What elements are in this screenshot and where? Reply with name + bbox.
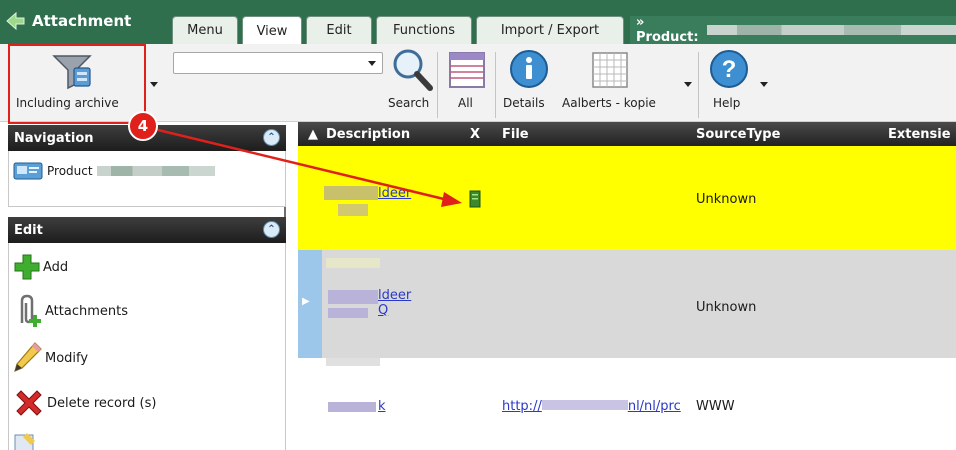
edit-panel: Add Attachments Modify Delete record (s) <box>8 243 286 450</box>
row-selector[interactable]: ▶ <box>298 250 322 358</box>
layout-dropdown-caret[interactable] <box>684 82 692 87</box>
column-sourcetype[interactable]: SourceType <box>696 127 780 142</box>
column-file[interactable]: File <box>502 127 529 142</box>
table-row[interactable]: ldeer Unknown <box>298 146 956 250</box>
column-x[interactable]: X <box>470 127 480 142</box>
navigation-panel: Product <box>8 151 286 207</box>
tab-menu[interactable]: Menu <box>172 16 238 44</box>
redacted-text <box>326 358 380 366</box>
sourcetype-cell: Unknown <box>696 192 757 207</box>
description-link[interactable]: ldeer <box>378 288 411 303</box>
plus-icon <box>14 254 40 280</box>
delete-x-icon <box>16 390 42 416</box>
document-flag-icon[interactable] <box>468 190 482 208</box>
column-extensie[interactable]: Extensie <box>888 127 951 142</box>
grid-layout-icon[interactable] <box>590 50 630 90</box>
help-icon[interactable]: ? <box>708 48 750 90</box>
pencil-icon <box>14 342 42 373</box>
back-arrow-icon[interactable] <box>4 10 26 32</box>
description-link[interactable]: ldeer <box>378 186 411 201</box>
edit-item-modify[interactable]: Modify <box>13 341 88 375</box>
search-icon[interactable] <box>388 46 434 92</box>
search-combo-caret[interactable] <box>368 61 376 66</box>
all-button-label[interactable]: All <box>458 96 473 110</box>
tab-view[interactable]: View <box>242 16 302 45</box>
tab-import-export[interactable]: Import / Export <box>476 16 624 44</box>
help-button-label[interactable]: Help <box>713 96 740 110</box>
step-badge: 4 <box>128 111 158 141</box>
details-button-label[interactable]: Details <box>503 96 545 110</box>
app-title-text: Attachment <box>32 12 132 30</box>
highlight-frame <box>8 44 146 124</box>
aalberts-kopie-label[interactable]: Aalberts - kopie <box>562 96 656 110</box>
edit-item-attachments[interactable]: Attachments <box>13 293 128 329</box>
edit-list-icon <box>14 433 35 450</box>
including-archive-dropdown-caret[interactable] <box>150 82 158 87</box>
sort-ascending-icon[interactable]: ▲ <box>308 127 318 142</box>
ribbon-separator <box>698 52 699 118</box>
collapse-navigation-icon[interactable]: ⌃ <box>263 129 280 146</box>
row-indicator-icon: ▶ <box>302 296 310 307</box>
search-button-label[interactable]: Search <box>388 96 429 110</box>
redacted-text <box>328 290 378 304</box>
help-dropdown-caret[interactable] <box>760 82 768 87</box>
edit-panel-header[interactable]: Edit ⌃ <box>8 217 286 243</box>
left-sidebar: Navigation ⌃ Product Edit ⌃ Add Attachme… <box>8 125 286 450</box>
app-title: Attachment <box>4 8 131 34</box>
collapse-edit-icon[interactable]: ⌃ <box>263 221 280 238</box>
ribbon-separator <box>495 52 496 118</box>
edit-item-delete[interactable]: Delete record (s) <box>13 387 156 419</box>
redacted-text <box>96 166 215 176</box>
table-row[interactable]: k http://nl/nl/prc WWW <box>298 358 956 450</box>
search-input[interactable] <box>173 52 383 74</box>
redacted-text <box>541 400 628 410</box>
svg-text:?: ? <box>722 56 737 83</box>
info-details-icon[interactable] <box>508 48 550 90</box>
redacted-text <box>326 258 380 268</box>
redacted-text <box>328 402 376 412</box>
ribbon-separator <box>437 52 438 118</box>
redacted-text <box>707 25 956 35</box>
redacted-text <box>338 204 368 216</box>
tab-edit[interactable]: Edit <box>306 16 372 44</box>
edit-item-add[interactable]: Add <box>13 253 68 281</box>
breadcrumb: » Product: <box>630 15 956 45</box>
redacted-text <box>328 308 368 318</box>
description-link[interactable]: k <box>378 399 386 414</box>
sourcetype-cell: WWW <box>696 399 735 414</box>
attachments-grid: ▲ Description X File SourceType Extensie… <box>298 122 956 450</box>
redacted-text <box>324 186 378 200</box>
nav-item-product[interactable]: Product <box>13 159 215 183</box>
file-link[interactable]: http://nl/nl/prc <box>502 399 681 414</box>
paperclip-icon <box>20 294 41 327</box>
table-row[interactable]: ▶ ldeer Q Unknown <box>298 250 956 358</box>
grid-header: ▲ Description X File SourceType Extensie <box>298 122 956 146</box>
sourcetype-cell: Unknown <box>696 300 757 315</box>
description-link-line2[interactable]: Q <box>378 303 388 318</box>
column-description[interactable]: Description <box>326 127 410 142</box>
product-card-icon <box>13 162 43 180</box>
table-all-icon[interactable] <box>447 50 487 90</box>
top-tab-bar: Attachment Menu View Edit Functions Impo… <box>0 0 956 45</box>
tab-functions[interactable]: Functions <box>376 16 472 44</box>
edit-item-partial[interactable] <box>13 431 39 450</box>
